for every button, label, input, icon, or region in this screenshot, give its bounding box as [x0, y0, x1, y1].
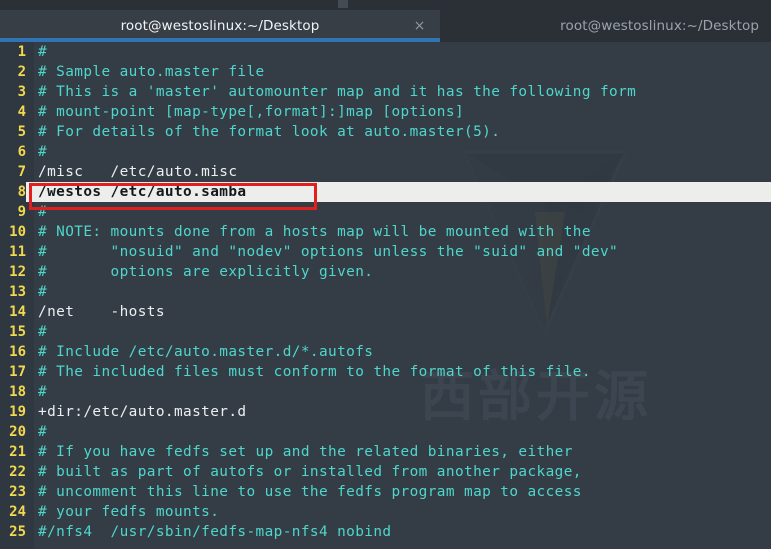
close-icon[interactable]: ×	[411, 18, 428, 35]
tab-inactive-label: root@westoslinux:~/Desktop	[560, 18, 759, 34]
line-text: #	[38, 204, 48, 220]
code-line[interactable]: 18 #	[0, 382, 771, 402]
tab-inactive[interactable]: root@westoslinux:~/Desktop	[440, 10, 771, 42]
code-line[interactable]: 24 # your fedfs mounts.	[0, 502, 771, 522]
code-line[interactable]: 9 #	[0, 202, 771, 222]
line-text: +dir:/etc/auto.master.d	[38, 404, 247, 420]
code-line[interactable]: 8/westos /etc/auto.samba	[0, 182, 771, 202]
line-text: #	[38, 144, 48, 160]
line-number: 9	[17, 204, 26, 220]
line-number: 12	[9, 264, 26, 280]
line-text: # For details of the format look at auto…	[38, 124, 501, 140]
code-line[interactable]: 14/net -hosts	[0, 302, 771, 322]
line-number: 7	[17, 164, 26, 180]
line-text: # NOTE: mounts done from a hosts map wil…	[38, 224, 591, 240]
line-number: 16	[9, 344, 26, 360]
code-line[interactable]: 20 #	[0, 422, 771, 442]
code-line[interactable]: 6 #	[0, 142, 771, 162]
code-line[interactable]: 13 #	[0, 282, 771, 302]
line-text: #	[38, 324, 48, 340]
code-line[interactable]: 19 +dir:/etc/auto.master.d	[0, 402, 771, 422]
line-number: 1	[17, 44, 26, 60]
line-number: 14	[9, 304, 26, 320]
line-text: # your fedfs mounts.	[38, 504, 220, 520]
line-text: #	[38, 44, 48, 60]
line-text: # The included files must conform to the…	[38, 364, 591, 380]
line-text: # options are explicitly given.	[38, 264, 374, 280]
line-number: 19	[9, 404, 26, 420]
code-line[interactable]: 21 # If you have fedfs set up and the rel…	[0, 442, 771, 462]
line-text: /westos /etc/auto.samba	[38, 184, 247, 200]
code-line[interactable]: 5 # For details of the format look at aut…	[0, 122, 771, 142]
code-line[interactable]: 17 # The included files must conform to t…	[0, 362, 771, 382]
line-number: 13	[9, 284, 26, 300]
code-line[interactable]: 16 # Include /etc/auto.master.d/*.autofs	[0, 342, 771, 362]
code-line[interactable]: 22 # built as part of autofs or installed…	[0, 462, 771, 482]
code-line[interactable]: 7/misc /etc/auto.misc	[0, 162, 771, 182]
code-line[interactable]: 1 #	[0, 42, 771, 62]
line-number: 21	[9, 444, 26, 460]
line-number: 23	[9, 484, 26, 500]
line-text: # mount-point [map-type[,format]:]map [o…	[38, 104, 465, 120]
line-number: 4	[17, 104, 26, 120]
code-line[interactable]: 3 # This is a 'master' automounter map an…	[0, 82, 771, 102]
line-text: /misc /etc/auto.misc	[38, 164, 238, 180]
code-line[interactable]: 23 # uncomment this line to use the fedfs…	[0, 482, 771, 502]
line-text: # "nosuid" and "nodev" options unless th…	[38, 244, 619, 260]
line-text: # uncomment this line to use the fedfs p…	[38, 484, 582, 500]
line-number: 3	[17, 84, 26, 100]
line-text: #	[38, 384, 48, 400]
line-text: # This is a 'master' automounter map and…	[38, 84, 637, 100]
code-line[interactable]: 25 #/nfs4 /usr/sbin/fedfs-map-nfs4 nobind	[0, 522, 771, 542]
line-text: #	[38, 424, 48, 440]
line-number: 2	[17, 64, 26, 80]
line-number: 25	[9, 524, 26, 540]
line-number: 20	[9, 424, 26, 440]
line-text: #	[38, 284, 48, 300]
terminal-window: root@westoslinux:~/Desktop × root@westos…	[0, 0, 771, 549]
line-text: # Include /etc/auto.master.d/*.autofs	[38, 344, 374, 360]
text-editor[interactable]: 西部开源 1 #2 # Sample auto.master file 3 # This…	[0, 42, 771, 549]
line-number: 17	[9, 364, 26, 380]
code-line[interactable]: 15 #	[0, 322, 771, 342]
line-text: # Sample auto.master file	[38, 64, 265, 80]
line-number: 6	[17, 144, 26, 160]
code-lines: 1 #2 # Sample auto.master file 3 # This is a…	[0, 42, 771, 542]
code-line[interactable]: 10 # NOTE: mounts done from a hosts map w…	[0, 222, 771, 242]
window-top-strip	[0, 0, 771, 10]
line-text: /net -hosts	[38, 304, 165, 320]
line-text: #/nfs4 /usr/sbin/fedfs-map-nfs4 nobind	[38, 524, 392, 540]
line-number: 10	[9, 224, 26, 240]
line-number: 22	[9, 464, 26, 480]
line-number: 24	[9, 504, 26, 520]
window-top-nub	[338, 0, 348, 8]
line-number: 18	[9, 384, 26, 400]
code-line[interactable]: 12 # options are explicitly given.	[0, 262, 771, 282]
line-number: 11	[9, 244, 26, 260]
line-text: # built as part of autofs or installed f…	[38, 464, 582, 480]
line-number: 15	[9, 324, 26, 340]
code-line[interactable]: 2 # Sample auto.master file	[0, 62, 771, 82]
tab-active-label: root@westoslinux:~/Desktop	[120, 18, 320, 34]
line-number: 5	[17, 124, 26, 140]
code-line[interactable]: 4 # mount-point [map-type[,format]:]map […	[0, 102, 771, 122]
line-number: 8	[0, 182, 26, 202]
line-text: # If you have fedfs set up and the relat…	[38, 444, 573, 460]
code-line[interactable]: 11 # "nosuid" and "nodev" options unless …	[0, 242, 771, 262]
